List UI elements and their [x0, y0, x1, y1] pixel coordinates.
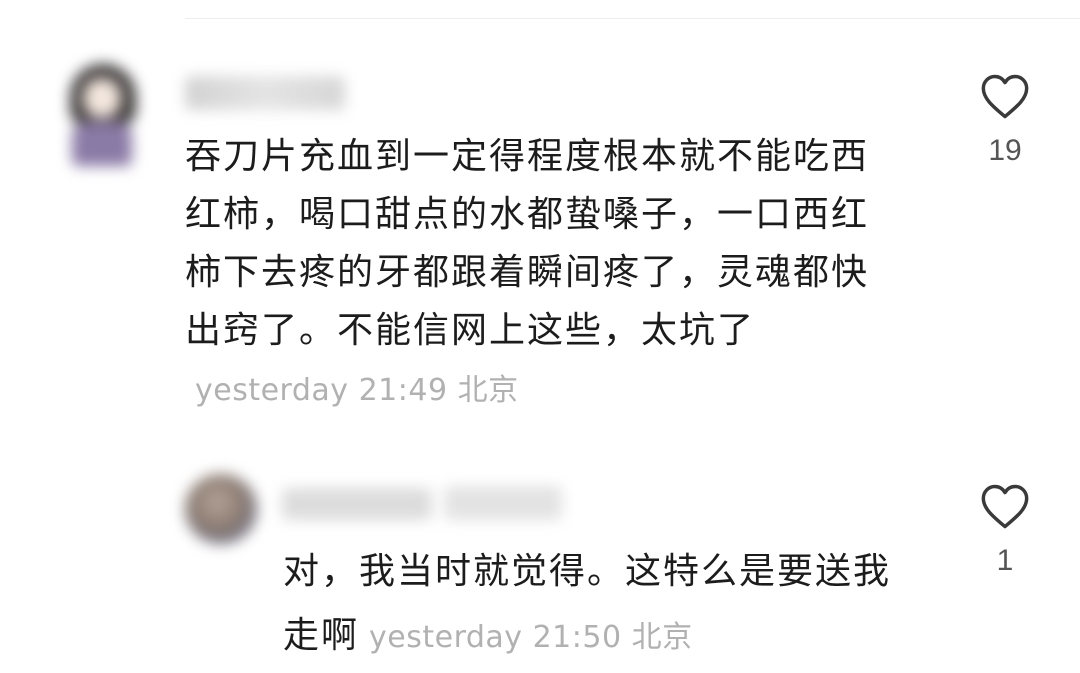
avatar[interactable]: [66, 60, 144, 168]
comment-text: 吞刀片充血到一定得程度根本就不能吃西红柿，喝口甜点的水都蛰嗓子，一口西红柿下去疼…: [185, 136, 870, 351]
reply-avatar[interactable]: [185, 474, 257, 544]
divider: [185, 18, 1080, 19]
like-button[interactable]: 19: [970, 72, 1040, 168]
username-obscured[interactable]: [185, 76, 345, 110]
comment-thread: 吞刀片充血到一定得程度根本就不能吃西红柿，喝口甜点的水都蛰嗓子，一口西红柿下去疼…: [0, 0, 1080, 673]
reply-like-count: 1: [996, 544, 1014, 577]
reply-body[interactable]: 对，我当时就觉得。这特么是要送我走啊 yesterday 21:50 北京: [283, 540, 913, 670]
reply-like-button[interactable]: 1: [970, 482, 1040, 578]
reply-timestamp: yesterday 21:50 北京: [369, 620, 693, 655]
like-count: 19: [988, 134, 1022, 167]
heart-outline-icon[interactable]: [979, 72, 1031, 120]
comment-timestamp: yesterday 21:49 北京: [195, 373, 519, 408]
comment-body[interactable]: 吞刀片充血到一定得程度根本就不能吃西红柿，喝口甜点的水都蛰嗓子，一口西红柿下去疼…: [185, 128, 900, 420]
author-badge-obscured: [444, 486, 562, 520]
reply-username-obscured[interactable]: [282, 488, 432, 520]
heart-outline-icon[interactable]: [979, 482, 1031, 530]
